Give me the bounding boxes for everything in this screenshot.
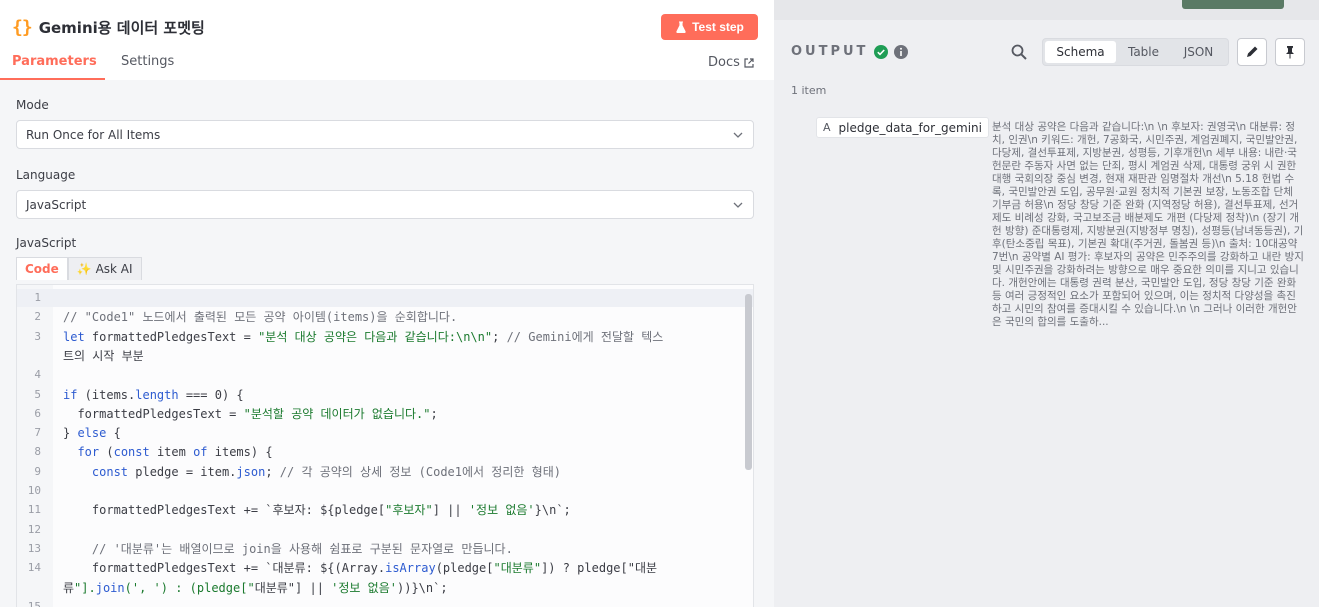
schema-field[interactable]: A pledge_data_for_gemini	[816, 117, 989, 138]
node-title[interactable]: Gemini용 데이터 포멧팅	[39, 17, 205, 38]
line-number: 7	[34, 426, 41, 440]
line-number: 9	[34, 464, 41, 478]
code-braces-icon: {}	[12, 16, 33, 38]
ask-ai-label: Ask AI	[95, 262, 133, 276]
line-number: 1	[34, 291, 41, 304]
mode-label: Mode	[16, 98, 49, 112]
code-text: // '대분류'는 배열이므로 join을 사용해 쉼표로 구분된 문자열로 만…	[91, 541, 513, 556]
code-editor[interactable]: 1 2// "Code1" 노드에서 출력된 모든 공약 아이템(items)을 …	[16, 284, 754, 607]
code-text: // "Code1" 노드에서 출력된 모든 공약 아이템(items)을 순회…	[63, 310, 458, 325]
chevron-down-icon	[733, 132, 743, 138]
node-tabs: Parameters Settings	[0, 48, 186, 80]
test-step-button[interactable]: Test step	[661, 14, 758, 40]
code-text: formattedPledgesText += `후보자: ${pledge["…	[63, 503, 571, 518]
search-icon[interactable]	[1011, 44, 1027, 60]
language-select[interactable]: JavaScript	[16, 190, 754, 219]
upgrade-button[interactable]	[1182, 0, 1284, 9]
code-text: for (const item of items) {	[77, 445, 273, 460]
line-number: 13	[27, 541, 41, 555]
pin-icon	[1286, 46, 1294, 59]
view-schema[interactable]: Schema	[1045, 41, 1116, 63]
string-type-icon: A	[823, 121, 831, 134]
mode-select[interactable]: Run Once for All Items	[16, 120, 754, 149]
mode-value: Run Once for All Items	[26, 128, 161, 142]
line-number: 11	[27, 503, 41, 517]
line-number: 12	[27, 522, 41, 536]
line-number: 4	[34, 368, 41, 382]
line-number: 10	[27, 484, 41, 497]
line-number: 3	[34, 329, 41, 343]
code-tabs: Code ✨ Ask AI	[16, 257, 142, 280]
schema-field-key: pledge_data_for_gemini	[838, 120, 982, 135]
code-text: const pledge = item.json; // 각 공약의 상세 정보…	[91, 464, 561, 479]
pencil-icon	[1247, 46, 1258, 57]
code-text: formattedPledgesText += `대분류: ${(Array.i…	[63, 561, 658, 576]
code-text: 트의 시작 부분	[63, 348, 144, 363]
check-circle-icon	[874, 44, 889, 59]
tab-parameters[interactable]: Parameters	[0, 48, 105, 80]
tab-ask-ai[interactable]: ✨ Ask AI	[67, 257, 142, 280]
chevron-down-icon	[733, 202, 743, 208]
view-json[interactable]: JSON	[1171, 41, 1226, 63]
pin-data-button[interactable]	[1275, 38, 1305, 66]
code-text: let formattedPledgesText = "분석 대상 공약은 다음…	[63, 329, 664, 344]
external-link-icon	[744, 57, 754, 68]
active-line-highlight	[17, 289, 753, 307]
editor-scrollbar[interactable]	[745, 294, 752, 470]
line-number: 5	[34, 387, 41, 401]
code-section-label: JavaScript	[16, 236, 77, 250]
line-number: 14	[27, 561, 41, 575]
code-text: } else {	[63, 426, 121, 441]
code-text: formattedPledgesText = "분석할 공약 데이터가 없습니다…	[63, 406, 438, 421]
tab-settings[interactable]: Settings	[105, 48, 186, 80]
output-header: OUTPUT	[791, 44, 909, 59]
output-title: OUTPUT	[791, 44, 869, 59]
line-number: 2	[34, 310, 41, 324]
docs-label: Docs	[708, 55, 740, 70]
flask-icon	[676, 21, 686, 33]
node-header: {} Gemini용 데이터 포멧팅 Test step Parameters …	[0, 0, 774, 80]
line-number: 8	[34, 445, 41, 459]
view-table[interactable]: Table	[1116, 41, 1171, 63]
parameters-panel: {} Gemini용 데이터 포멧팅 Test step Parameters …	[0, 0, 774, 607]
language-value: JavaScript	[26, 198, 87, 212]
info-icon[interactable]	[894, 44, 909, 59]
schema-field-value: 분석 대상 공약은 다음과 같습니다:\n \n 후보자: 권영국\n 대분류:…	[992, 121, 1304, 328]
code-text: if (items.length === 0) {	[63, 387, 244, 402]
docs-link[interactable]: Docs	[708, 55, 754, 70]
line-number: 15	[27, 599, 41, 607]
title-row: {} Gemini용 데이터 포멧팅	[12, 14, 205, 40]
language-label: Language	[16, 168, 76, 182]
view-toggle: Schema Table JSON	[1042, 38, 1229, 66]
tab-code[interactable]: Code	[16, 257, 68, 280]
test-step-label: Test step	[692, 20, 744, 34]
item-count: 1 item	[791, 84, 827, 97]
line-number: 6	[34, 406, 41, 420]
sparkle-icon: ✨	[76, 262, 92, 276]
code-text: 류"].join(', ') : (pledge["대분류"] || '정보 없…	[63, 580, 448, 595]
edit-output-button[interactable]	[1237, 38, 1267, 66]
